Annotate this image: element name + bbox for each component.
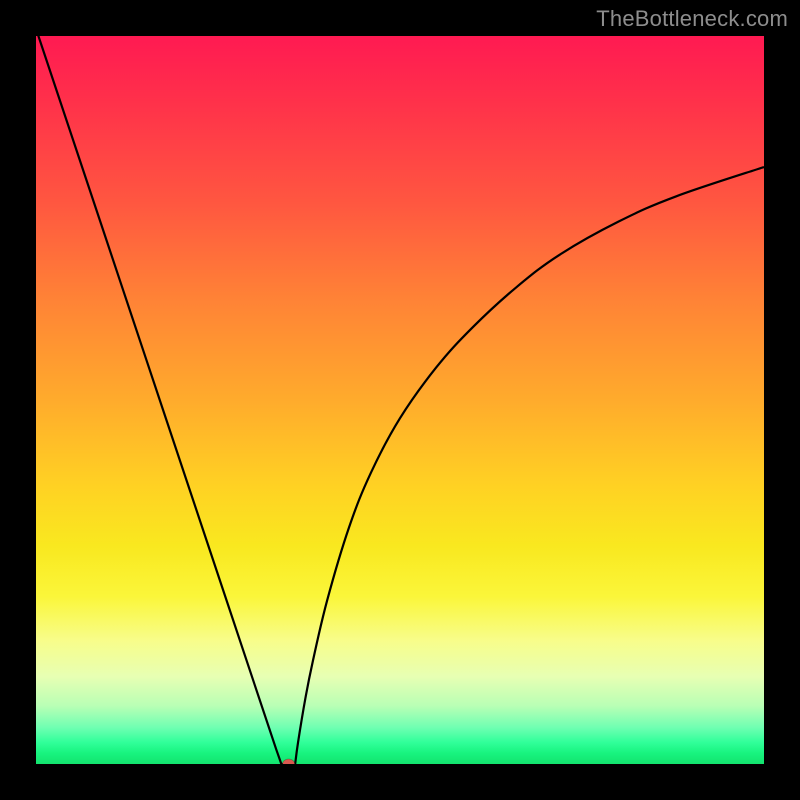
valley-marker <box>283 759 295 764</box>
chart-frame: TheBottleneck.com <box>0 0 800 800</box>
plot-area <box>36 36 764 764</box>
watermark-text: TheBottleneck.com <box>596 6 788 32</box>
plot-svg <box>36 36 764 764</box>
curve-right-branch <box>295 167 764 764</box>
curve-left-branch <box>36 36 281 764</box>
